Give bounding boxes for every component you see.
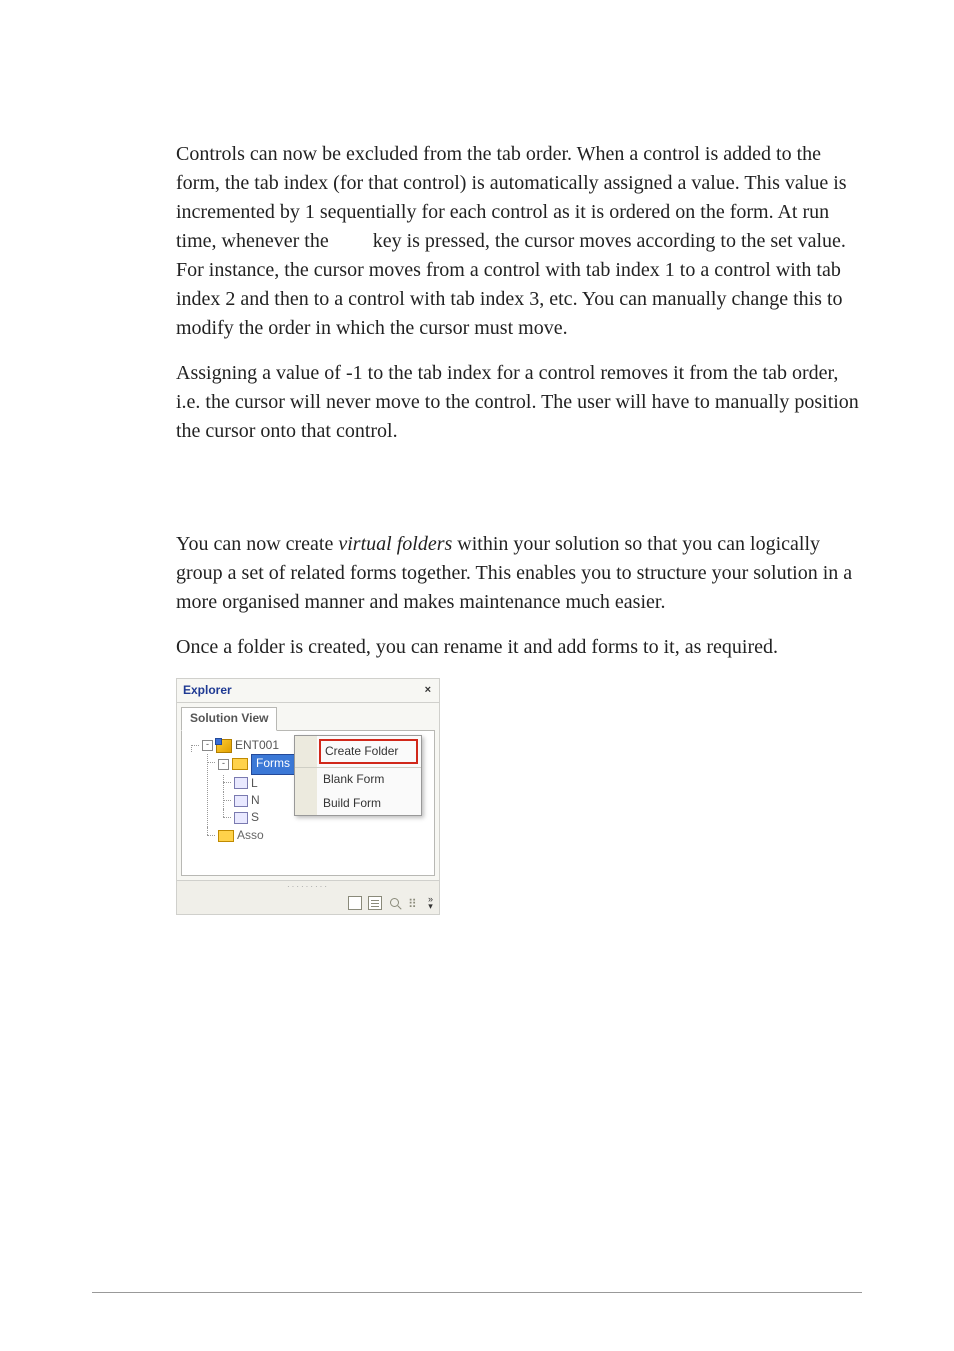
term-virtual-folders: virtual folders bbox=[338, 533, 452, 555]
context-menu: Create Folder Blank Form Build Form bbox=[294, 735, 422, 816]
explorer-titlebar: Explorer × bbox=[177, 679, 439, 703]
project-icon bbox=[216, 739, 232, 753]
chevron-down-icon: ▾ bbox=[428, 903, 433, 910]
tree-label: ENT001 bbox=[235, 738, 279, 752]
solution-tree-area: -ENT001 -Forms L N S bbox=[181, 730, 435, 876]
menu-item-build-form[interactable]: Build Form bbox=[295, 792, 421, 815]
paragraph-rename-folder: Once a folder is created, you can rename… bbox=[176, 633, 862, 662]
collapse-icon[interactable]: - bbox=[202, 740, 213, 751]
tree-node-asso[interactable]: Asso bbox=[202, 827, 430, 844]
menu-item-create-folder[interactable]: Create Folder bbox=[319, 739, 418, 764]
folder-icon bbox=[218, 830, 234, 842]
tree-label: Asso bbox=[237, 827, 264, 844]
folder-icon bbox=[232, 758, 248, 770]
tree-label: N bbox=[251, 792, 260, 809]
tree-label: L bbox=[251, 775, 258, 792]
panel-grip[interactable]: ········· bbox=[177, 880, 439, 892]
settings-icon[interactable] bbox=[408, 896, 422, 910]
paragraph-virtual-folders: You can now create virtual folders withi… bbox=[176, 530, 862, 617]
menu-item-blank-form[interactable]: Blank Form bbox=[295, 767, 421, 791]
footer-rule bbox=[92, 1292, 862, 1293]
note-icon[interactable] bbox=[368, 896, 382, 910]
list-icon[interactable] bbox=[348, 896, 362, 910]
form-icon bbox=[234, 812, 248, 824]
explorer-panel: Explorer × Solution View -ENT001 -Forms bbox=[176, 678, 440, 915]
tree-label: S bbox=[251, 809, 259, 826]
paragraph-tab-index-minus1: Assigning a value of -1 to the tab index… bbox=[176, 359, 862, 446]
tree-label-forms: Forms bbox=[251, 754, 295, 774]
tab-solution-view[interactable]: Solution View bbox=[181, 707, 277, 730]
search-icon[interactable] bbox=[388, 896, 402, 910]
explorer-title-text: Explorer bbox=[183, 682, 232, 699]
collapse-icon[interactable]: - bbox=[218, 759, 229, 770]
close-icon[interactable]: × bbox=[423, 685, 433, 696]
explorer-toolbar: » ▾ bbox=[177, 892, 439, 914]
paragraph-tab-order: Controls can now be excluded from the ta… bbox=[176, 140, 862, 343]
text: You can now create bbox=[176, 533, 338, 555]
overflow-icon[interactable]: » ▾ bbox=[428, 896, 433, 910]
form-icon bbox=[234, 777, 248, 789]
form-icon bbox=[234, 795, 248, 807]
